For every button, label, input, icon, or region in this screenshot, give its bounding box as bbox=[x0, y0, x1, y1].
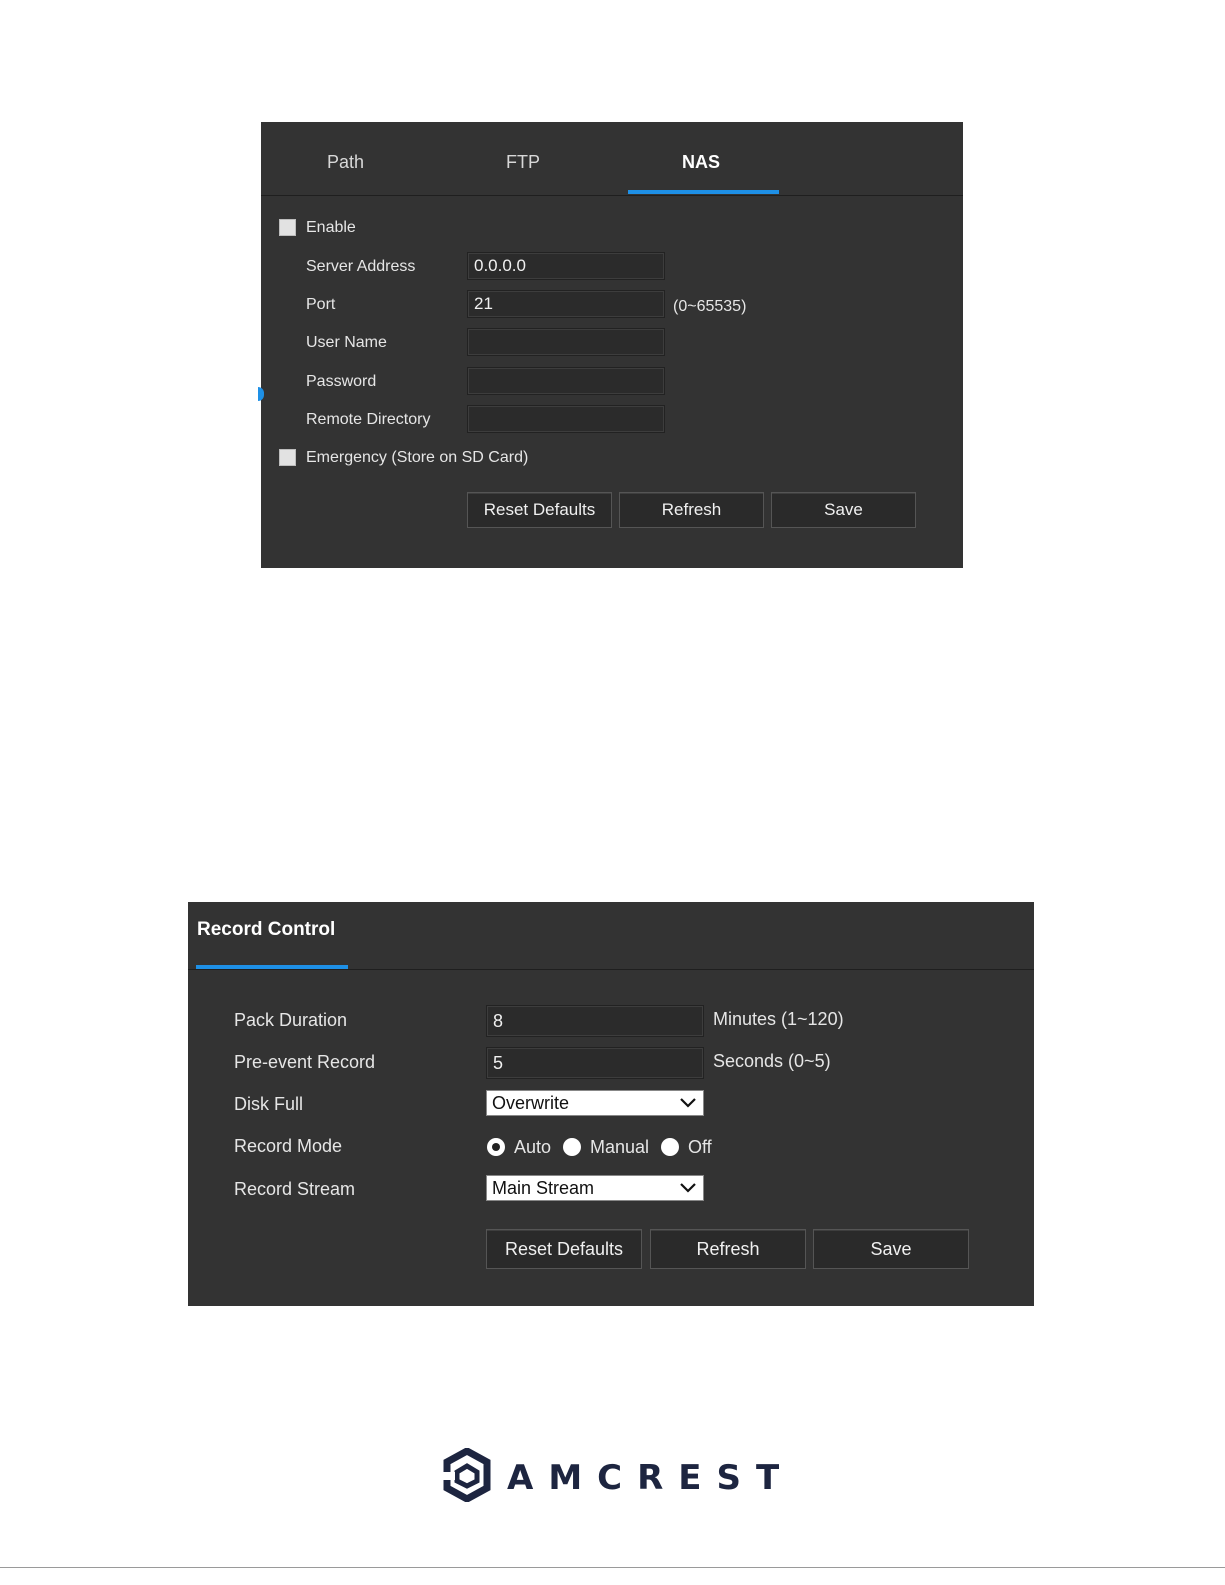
page-divider bbox=[0, 1567, 1225, 1568]
password-input[interactable] bbox=[467, 367, 665, 395]
pack-duration-input[interactable] bbox=[486, 1005, 704, 1037]
record-mode-manual-radio[interactable] bbox=[563, 1138, 581, 1156]
enable-label: Enable bbox=[306, 219, 356, 236]
tab-bar: Path FTP NAS bbox=[261, 122, 963, 196]
chevron-down-icon bbox=[680, 1098, 696, 1108]
server-address-label: Server Address bbox=[306, 258, 416, 275]
refresh-button[interactable]: Refresh bbox=[619, 492, 764, 528]
refresh-button[interactable]: Refresh bbox=[650, 1229, 806, 1269]
remote-directory-input[interactable] bbox=[467, 405, 665, 433]
pre-event-input[interactable] bbox=[486, 1047, 704, 1079]
save-button[interactable]: Save bbox=[813, 1229, 969, 1269]
amcrest-logo: AMCREST bbox=[443, 1447, 779, 1503]
chevron-down-icon bbox=[680, 1183, 696, 1193]
pack-duration-label: Pack Duration bbox=[234, 1010, 348, 1030]
amcrest-logo-icon bbox=[443, 1447, 491, 1503]
record-stream-select[interactable]: Main Stream bbox=[486, 1175, 704, 1201]
port-range-hint: (0~65535) bbox=[673, 298, 747, 315]
port-input[interactable] bbox=[467, 290, 665, 318]
pre-event-unit: Seconds (0~5) bbox=[713, 1051, 831, 1071]
emergency-label: Emergency (Store on SD Card) bbox=[306, 449, 529, 466]
pre-event-label: Pre-event Record bbox=[234, 1052, 376, 1072]
record-control-panel: Record Control Pack Duration Minutes (1~… bbox=[188, 902, 1034, 1306]
title-underline bbox=[196, 965, 348, 969]
record-mode-manual-label: Manual bbox=[590, 1137, 650, 1157]
page-title: Record Control bbox=[197, 919, 336, 940]
pack-duration-unit: Minutes (1~120) bbox=[713, 1009, 844, 1029]
user-name-label: User Name bbox=[306, 334, 387, 351]
record-stream-label: Record Stream bbox=[234, 1179, 356, 1199]
record-stream-value: Main Stream bbox=[492, 1178, 595, 1198]
reset-defaults-button[interactable]: Reset Defaults bbox=[486, 1229, 642, 1269]
tab-ftp[interactable]: FTP bbox=[506, 152, 540, 173]
active-tab-indicator bbox=[628, 190, 779, 194]
disk-full-select[interactable]: Overwrite bbox=[486, 1090, 704, 1116]
record-control-header: Record Control bbox=[188, 902, 1034, 970]
nas-settings-panel: Path FTP NAS Enable Server Address Port … bbox=[261, 122, 963, 568]
port-label: Port bbox=[306, 296, 336, 313]
logo-wordmark: AMCREST bbox=[507, 1458, 795, 1498]
record-mode-off-label: Off bbox=[688, 1137, 712, 1157]
tab-nas[interactable]: NAS bbox=[682, 152, 720, 173]
record-mode-auto-radio[interactable] bbox=[487, 1138, 505, 1156]
remote-directory-label: Remote Directory bbox=[306, 411, 431, 428]
record-mode-auto-label: Auto bbox=[514, 1137, 552, 1157]
reset-defaults-button[interactable]: Reset Defaults bbox=[467, 492, 612, 528]
disk-full-label: Disk Full bbox=[234, 1094, 304, 1114]
enable-checkbox[interactable] bbox=[279, 219, 296, 236]
emergency-checkbox[interactable] bbox=[279, 449, 296, 466]
save-button[interactable]: Save bbox=[771, 492, 916, 528]
record-mode-off-radio[interactable] bbox=[661, 1138, 679, 1156]
disk-full-value: Overwrite bbox=[492, 1093, 570, 1113]
tab-path[interactable]: Path bbox=[327, 152, 364, 173]
user-name-input[interactable] bbox=[467, 328, 665, 356]
server-address-input[interactable] bbox=[467, 252, 665, 280]
password-label: Password bbox=[306, 373, 377, 390]
record-mode-label: Record Mode bbox=[234, 1136, 343, 1156]
